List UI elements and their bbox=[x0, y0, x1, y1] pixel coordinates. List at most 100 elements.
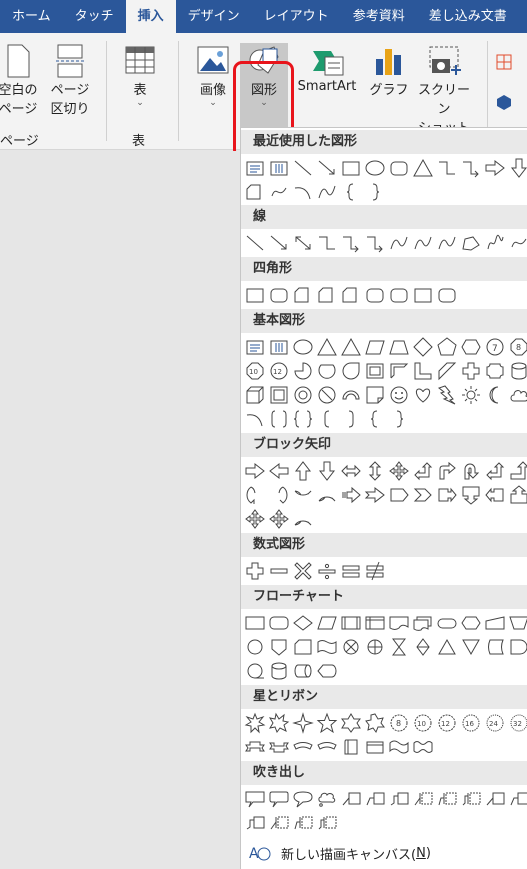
shape-uturn-icon[interactable] bbox=[459, 459, 483, 483]
shape-folded-icon[interactable] bbox=[363, 383, 387, 407]
shape-diagstripe-icon[interactable] bbox=[435, 359, 459, 383]
smartart-button[interactable]: SmartArt bbox=[292, 43, 362, 94]
shape-elbowarrow-icon[interactable] bbox=[339, 231, 363, 255]
shape-elbowarrow-icon[interactable] bbox=[363, 231, 387, 255]
shape-plus-icon[interactable] bbox=[243, 559, 267, 583]
shape-minus-icon[interactable] bbox=[267, 559, 291, 583]
shape-dblarrow-icon[interactable] bbox=[291, 231, 315, 255]
shape-curvedleft-icon[interactable] bbox=[267, 483, 291, 507]
pictures-button[interactable]: 画像 ⌄ bbox=[191, 43, 235, 108]
shape-bracepair-icon[interactable] bbox=[291, 407, 315, 431]
shape-line-icon[interactable] bbox=[243, 231, 267, 255]
tab-references[interactable]: 参考資料 bbox=[341, 0, 417, 33]
shape-ellipse-icon[interactable] bbox=[291, 335, 315, 359]
shape-darrow-icon[interactable] bbox=[315, 459, 339, 483]
shape-callline3-icon[interactable] bbox=[243, 811, 267, 835]
shape-callaccent2-icon[interactable] bbox=[435, 787, 459, 811]
shape-elbow-icon[interactable] bbox=[315, 231, 339, 255]
shape-udarrow-icon[interactable] bbox=[363, 459, 387, 483]
shape-delay-icon[interactable] bbox=[507, 635, 527, 659]
shape-nosymbol-icon[interactable] bbox=[315, 383, 339, 407]
shape-curvedribbon-icon[interactable] bbox=[315, 735, 339, 759]
shape-ucallout-icon[interactable] bbox=[507, 483, 527, 507]
shape-manualop-icon[interactable] bbox=[507, 611, 527, 635]
shape-dblwave-icon[interactable] bbox=[411, 735, 435, 759]
shape-seqaccess-icon[interactable] bbox=[243, 659, 267, 683]
shape-hscroll-icon[interactable] bbox=[363, 735, 387, 759]
shape-trapezoid-icon[interactable] bbox=[387, 335, 411, 359]
shape-callaccent1-icon[interactable] bbox=[267, 811, 291, 835]
shape-star8-icon[interactable]: 8 bbox=[387, 711, 411, 735]
shape-snip-icon[interactable] bbox=[339, 283, 363, 307]
shape-stripedright-icon[interactable] bbox=[339, 483, 363, 507]
shape-callrrect-icon[interactable] bbox=[267, 787, 291, 811]
shape-divide-icon[interactable] bbox=[315, 559, 339, 583]
shape-callaccent3-icon[interactable] bbox=[315, 811, 339, 835]
shape-smiley-icon[interactable] bbox=[387, 383, 411, 407]
shape-rect-icon[interactable] bbox=[411, 283, 435, 307]
shape-plaque-icon[interactable] bbox=[483, 359, 507, 383]
shape-callline1-icon[interactable] bbox=[339, 787, 363, 811]
tab-layout[interactable]: レイアウト bbox=[252, 0, 341, 33]
shape-vtextbox-icon[interactable] bbox=[267, 335, 291, 359]
shape-chevron-icon[interactable] bbox=[411, 483, 435, 507]
shape-freeform-icon[interactable] bbox=[459, 231, 483, 255]
shape-callline3-icon[interactable] bbox=[387, 787, 411, 811]
shape-explosion2-icon[interactable] bbox=[267, 711, 291, 735]
cube-icon[interactable] bbox=[494, 93, 514, 111]
shape-curve-icon[interactable] bbox=[435, 231, 459, 255]
shape-donut-icon[interactable] bbox=[291, 383, 315, 407]
shape-document-icon[interactable] bbox=[387, 611, 411, 635]
shape-can-icon[interactable] bbox=[507, 359, 527, 383]
tab-home[interactable]: ホーム bbox=[0, 0, 63, 33]
shape-halfframe-icon[interactable] bbox=[387, 359, 411, 383]
new-drawing-canvas-item[interactable]: A 新しい描画キャンバス(N) bbox=[241, 838, 527, 868]
shape-rarrow-icon[interactable] bbox=[483, 156, 507, 180]
shape-star32-icon[interactable]: 32 bbox=[507, 711, 527, 735]
shape-star10-icon[interactable]: 10 bbox=[411, 711, 435, 735]
shape-arc-icon[interactable] bbox=[243, 407, 267, 431]
shape-offpage-icon[interactable] bbox=[267, 635, 291, 659]
tab-design[interactable]: デザイン bbox=[176, 0, 252, 33]
shape-frame-icon[interactable] bbox=[363, 359, 387, 383]
shape-rbrace-icon[interactable] bbox=[387, 407, 411, 431]
shape-equal-icon[interactable] bbox=[339, 559, 363, 583]
shape-callcloud-icon[interactable] bbox=[315, 787, 339, 811]
shape-moon-icon[interactable] bbox=[483, 383, 507, 407]
shape-lbrace-icon[interactable] bbox=[339, 180, 363, 204]
shape-cross-icon[interactable] bbox=[459, 359, 483, 383]
shape-decision-icon[interactable] bbox=[291, 611, 315, 635]
shape-line-icon[interactable] bbox=[291, 156, 315, 180]
shape-scribble-icon[interactable] bbox=[483, 231, 507, 255]
shape-rect-icon[interactable] bbox=[243, 283, 267, 307]
shape-hexagon-icon[interactable] bbox=[459, 335, 483, 359]
shape-wave-icon[interactable] bbox=[387, 735, 411, 759]
shape-storeddata-icon[interactable] bbox=[483, 635, 507, 659]
shape-curvedribbon-icon[interactable] bbox=[291, 735, 315, 759]
shape-star6-icon[interactable] bbox=[339, 711, 363, 735]
shape-card-icon[interactable] bbox=[291, 635, 315, 659]
shape-larrow-icon[interactable] bbox=[267, 459, 291, 483]
shape-rrect-icon[interactable] bbox=[435, 283, 459, 307]
shape-preparation-icon[interactable] bbox=[459, 611, 483, 635]
chart-button[interactable]: グラフ bbox=[367, 43, 411, 98]
tab-touch[interactable]: タッチ bbox=[63, 0, 126, 33]
shape-lbrace-icon[interactable] bbox=[363, 407, 387, 431]
shape-terminator-icon[interactable] bbox=[435, 611, 459, 635]
shape-rrect-icon[interactable] bbox=[267, 283, 291, 307]
shape-predefined-icon[interactable] bbox=[339, 611, 363, 635]
shape-rrect-icon[interactable] bbox=[363, 283, 387, 307]
shape-lshape-icon[interactable] bbox=[411, 359, 435, 383]
shape-rbrace-icon[interactable] bbox=[363, 180, 387, 204]
shape-star5-icon[interactable] bbox=[315, 711, 339, 735]
shape-curve-icon[interactable] bbox=[411, 231, 435, 255]
shape-star7-icon[interactable] bbox=[363, 711, 387, 735]
shape-arc-icon[interactable] bbox=[291, 180, 315, 204]
shape-triangle-icon[interactable] bbox=[339, 335, 363, 359]
shape-internal-icon[interactable] bbox=[363, 611, 387, 635]
shape-merge-icon[interactable] bbox=[459, 635, 483, 659]
shape-multiply-icon[interactable] bbox=[291, 559, 315, 583]
shape-chord-icon[interactable] bbox=[315, 359, 339, 383]
shape-squiggle-icon[interactable] bbox=[267, 180, 291, 204]
shape-curvedup-icon[interactable] bbox=[291, 483, 315, 507]
